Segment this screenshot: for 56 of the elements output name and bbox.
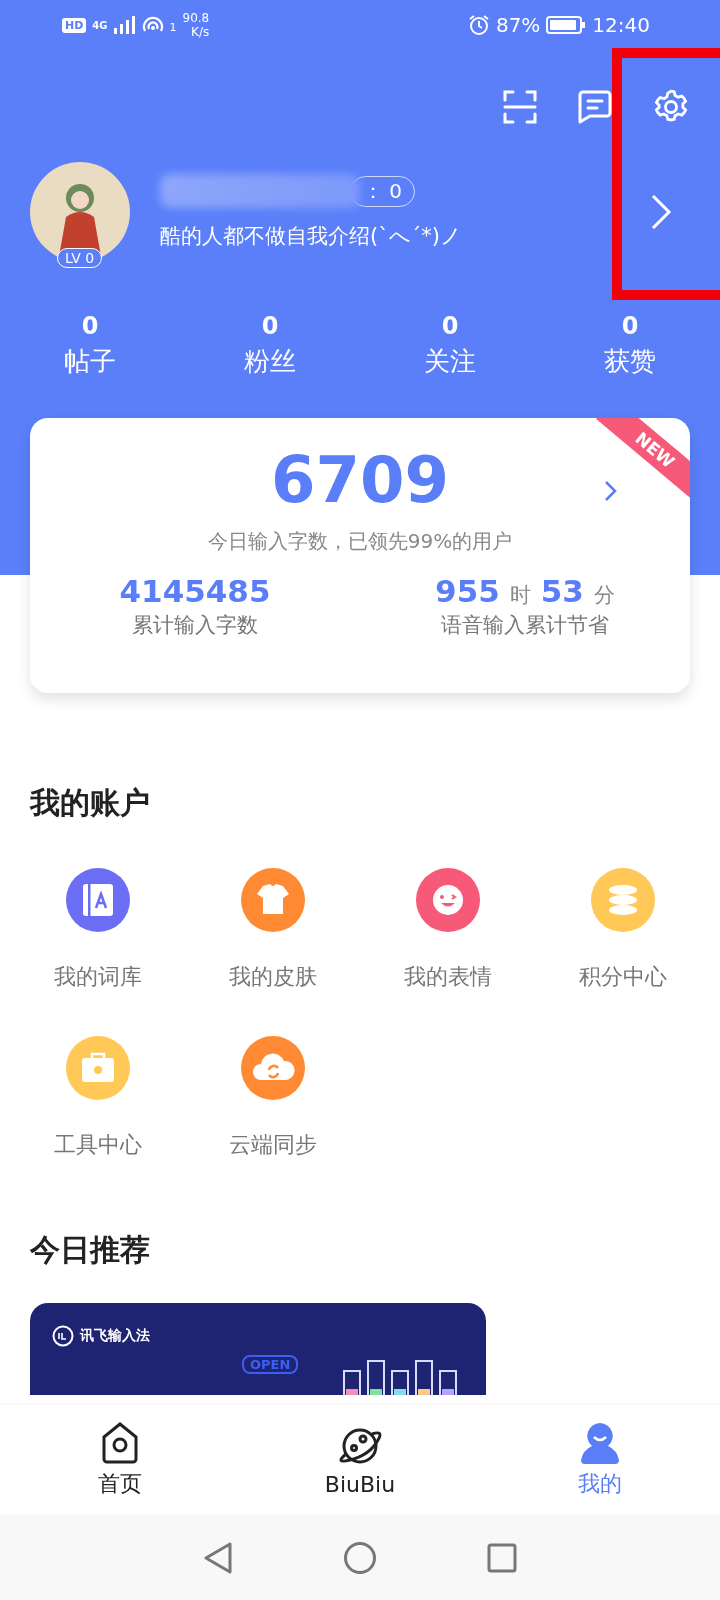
clock: 12:40: [592, 13, 650, 37]
menu-label[interactable]: 积分中心: [578, 962, 667, 992]
tab[interactable]: 我的: [480, 1405, 720, 1515]
back-icon[interactable]: [203, 1540, 233, 1575]
home-icon: [100, 1421, 140, 1465]
voice-caption: 语音输入累计节省: [441, 612, 609, 639]
battery-percent: 87%: [495, 13, 541, 37]
network-label: 4G: [92, 19, 108, 31]
signal-icon: [113, 16, 136, 34]
minutes-unit: 分: [593, 582, 615, 609]
stat-count: 0: [81, 312, 99, 340]
today-count: 6709: [270, 442, 450, 519]
sim-label: 1: [169, 21, 177, 34]
message-icon[interactable]: [576, 89, 614, 125]
recents-icon[interactable]: [487, 1542, 517, 1573]
stat-label[interactable]: 获赞: [604, 344, 656, 379]
tab[interactable]: 首页: [0, 1405, 240, 1515]
menu-label[interactable]: 我的皮肤: [228, 962, 317, 992]
hours-value: 955: [435, 573, 500, 609]
menu-label[interactable]: 我的词库: [53, 962, 142, 992]
hd-badge: HD: [62, 17, 87, 33]
face-icon[interactable]: [415, 868, 480, 932]
book-icon[interactable]: [65, 868, 130, 932]
cloud-icon[interactable]: [240, 1036, 305, 1100]
today-caption: 今日输入字数，已领先99%的用户: [207, 528, 513, 555]
bio-text: 酷的人都不做自我介绍(`へ´*)ノ: [160, 223, 463, 250]
promo-banner[interactable]: 讯飞输入法 OPEN: [30, 1303, 486, 1395]
stat-count: 0: [441, 312, 459, 340]
hours-unit: 时: [509, 582, 531, 609]
menu-label[interactable]: 云端同步: [228, 1130, 317, 1160]
alarm-icon: [467, 14, 490, 36]
open-tag: OPEN: [242, 1355, 299, 1374]
level-badge: LV 0: [57, 248, 103, 268]
home-icon[interactable]: [343, 1540, 377, 1575]
stat-count: 0: [621, 312, 639, 340]
menu-label[interactable]: 我的表情: [403, 962, 492, 992]
stat-count: 0: [261, 312, 279, 340]
shirt-icon[interactable]: [240, 868, 305, 932]
speed-unit: K/s: [191, 25, 210, 39]
logo-icon: [52, 1325, 74, 1347]
section-title: 我的账户: [30, 784, 151, 822]
section-title: 今日推荐: [30, 1231, 151, 1269]
person-icon: [580, 1421, 620, 1465]
brand-name: 讯飞输入法: [80, 1327, 150, 1345]
minutes-value: 53: [540, 573, 584, 609]
stat-label[interactable]: 关注: [424, 344, 476, 379]
stat-label[interactable]: 帖子: [64, 344, 116, 379]
total-caption: 累计输入字数: [132, 612, 258, 639]
stat-label[interactable]: 粉丝: [244, 344, 296, 379]
menu-label[interactable]: 工具中心: [53, 1130, 142, 1160]
scan-icon[interactable]: [502, 89, 538, 125]
speed-value: 90.8: [182, 11, 210, 25]
total-count: 4145485: [119, 573, 271, 609]
chevron-right-icon[interactable]: [604, 480, 618, 502]
battery-icon: [546, 15, 587, 35]
tab[interactable]: BiuBiu: [240, 1405, 480, 1515]
